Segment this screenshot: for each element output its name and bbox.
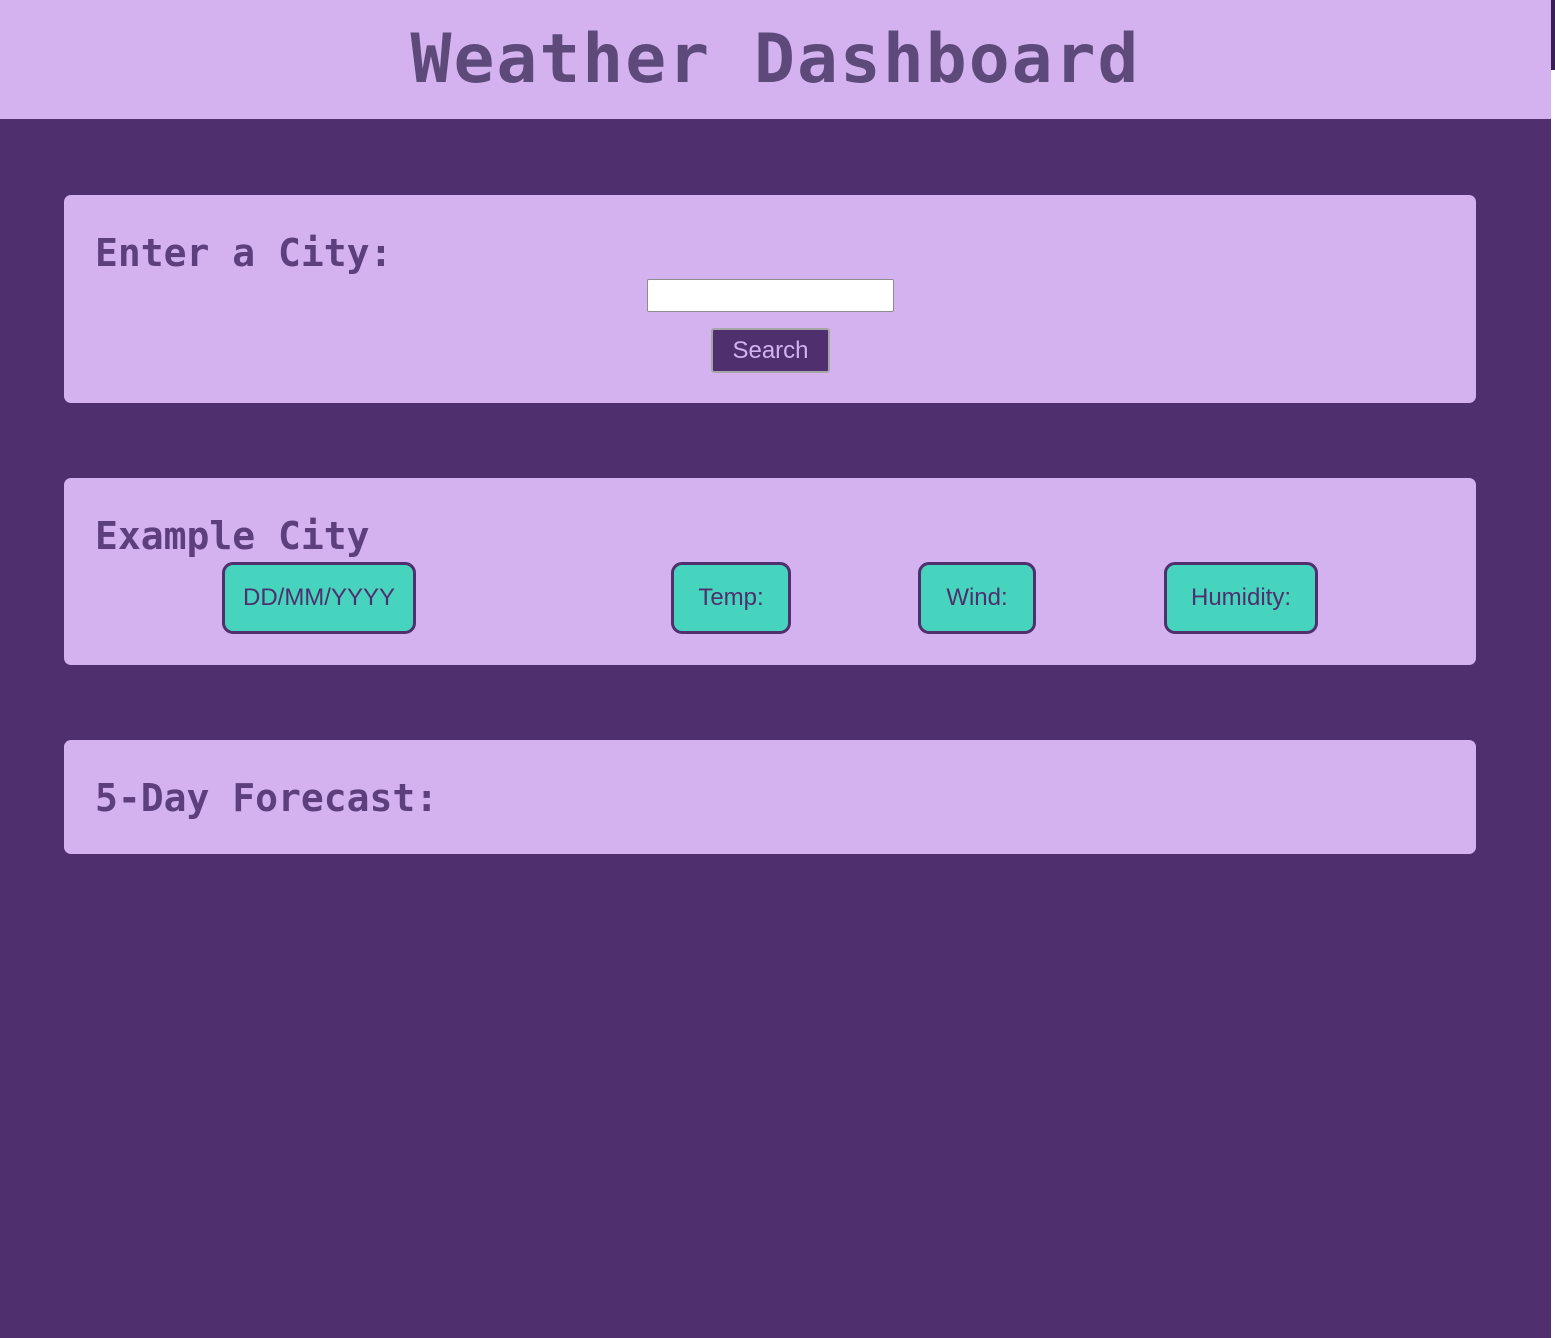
- window-edge: [1551, 0, 1555, 1338]
- forecast-title: 5-Day Forecast:: [95, 776, 439, 820]
- wind-badge: Wind:: [918, 562, 1036, 634]
- city-search-input[interactable]: [647, 279, 894, 312]
- search-label: Enter a City:: [95, 231, 393, 275]
- window-edge-accent: [1551, 0, 1555, 70]
- city-name: Example City: [95, 514, 370, 558]
- current-weather-panel: Example City DD/MM/YYYY Temp: Wind: Humi…: [64, 478, 1476, 665]
- app-header: Weather Dashboard: [0, 0, 1551, 119]
- date-badge: DD/MM/YYYY: [222, 562, 416, 634]
- forecast-panel: 5-Day Forecast:: [64, 740, 1476, 854]
- page-title: Weather Dashboard: [410, 20, 1141, 99]
- search-panel: Enter a City: Search: [64, 195, 1476, 403]
- search-button[interactable]: Search: [711, 328, 830, 373]
- temp-badge: Temp:: [671, 562, 791, 634]
- humidity-badge: Humidity:: [1164, 562, 1318, 634]
